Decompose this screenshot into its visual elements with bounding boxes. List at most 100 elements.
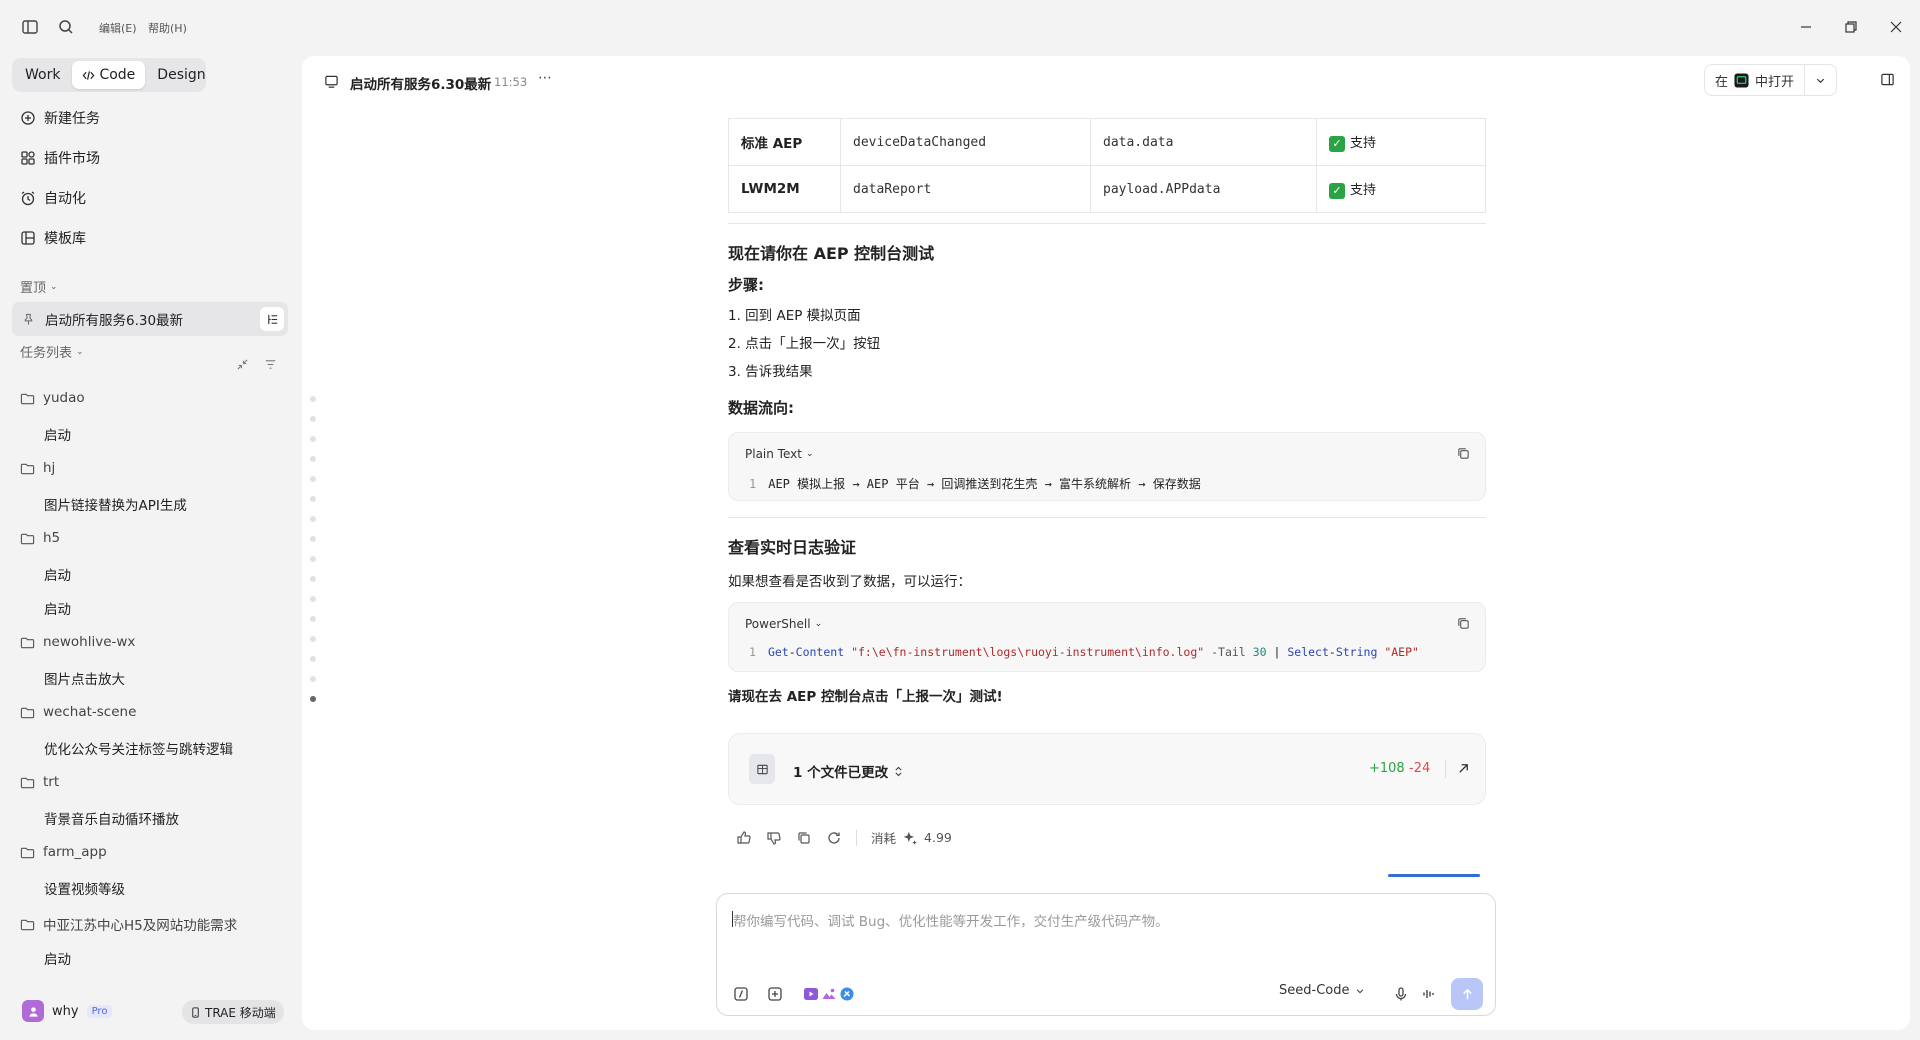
more-icon[interactable]: ⋯: [538, 70, 552, 86]
regenerate-icon[interactable]: [826, 830, 842, 846]
copy-icon[interactable]: [1457, 617, 1471, 631]
chevron-down-icon[interactable]: [1805, 75, 1836, 86]
code-language-select[interactable]: PowerShell ⌄: [745, 617, 822, 631]
task-item[interactable]: 启动: [44, 424, 71, 444]
nav-new-task[interactable]: 新建任务: [20, 108, 100, 128]
chevron-down-icon: ⌄: [814, 619, 823, 629]
copy-icon[interactable]: [1457, 447, 1471, 461]
timeline-dot[interactable]: [310, 496, 316, 502]
folder-icon: [20, 775, 35, 790]
chat-input[interactable]: 帮你编写代码、调试 Bug、优化性能等开发工作，交付生产级代码产物。: [733, 910, 1169, 930]
task-item[interactable]: 图片点击放大: [44, 668, 125, 688]
thumbs-down-icon[interactable]: [766, 830, 782, 846]
minimize-icon[interactable]: [1796, 17, 1816, 37]
task-item[interactable]: 背景音乐自动循环播放: [44, 808, 179, 828]
timeline-dot[interactable]: [310, 416, 316, 422]
mode-tab-code[interactable]: Code: [72, 61, 146, 89]
task-item[interactable]: 图片链接替换为API生成: [44, 494, 187, 514]
sidebar: Work Code Design 新建任务 插件市场 自动化 模板库 置顶 ⌄ …: [0, 54, 300, 1040]
mode-tab-design[interactable]: Design: [147, 61, 215, 89]
open-in-button[interactable]: 在 中打开: [1704, 64, 1838, 96]
lines-added: +108: [1369, 761, 1405, 776]
collapse-icon[interactable]: [236, 358, 249, 371]
mode-tab-work[interactable]: Work: [15, 61, 70, 89]
timeline-dot[interactable]: [310, 656, 316, 662]
filter-icon[interactable]: [264, 358, 277, 371]
timeline-dot[interactable]: [310, 596, 316, 602]
section-heading: 数据流向:: [728, 399, 794, 417]
table-cell: ✓ 支持: [1316, 165, 1486, 213]
folder-item[interactable]: farm_app: [20, 844, 107, 860]
thumbs-up-icon[interactable]: [736, 830, 752, 846]
mobile-app-button[interactable]: TRAE 移动端: [182, 1000, 284, 1024]
nav-templates[interactable]: 模板库: [20, 228, 86, 248]
folder-item[interactable]: newohlive-wx: [20, 634, 135, 650]
copy-icon[interactable]: [796, 830, 812, 846]
section-heading: 步骤:: [728, 276, 764, 294]
pinned-section-toggle[interactable]: 置顶 ⌄: [20, 277, 58, 296]
folder-item[interactable]: hj: [20, 460, 55, 476]
folder-item[interactable]: 中亚江苏中心H5及网站功能需求: [20, 914, 237, 934]
timeline-dot-active[interactable]: [310, 696, 316, 702]
nav-plugins[interactable]: 插件市场: [20, 148, 100, 168]
folder-label: yudao: [43, 390, 85, 406]
timeline-dot[interactable]: [310, 396, 316, 402]
folder-item[interactable]: trt: [20, 774, 59, 790]
task-item[interactable]: 优化公众号关注标签与跳转逻辑: [44, 738, 233, 758]
code-token: Content: [795, 645, 845, 659]
code-language-select[interactable]: Plain Text ⌄: [745, 447, 814, 461]
timeline-dot[interactable]: [310, 516, 316, 522]
image-icon[interactable]: [821, 986, 837, 1002]
timeline-dot[interactable]: [310, 556, 316, 562]
template-icon: [20, 230, 36, 246]
task-item[interactable]: 启动: [44, 948, 71, 968]
command-icon[interactable]: [733, 986, 749, 1002]
files-changed-card[interactable]: 1 个文件已更改 +108 -24: [728, 733, 1486, 805]
task-list-toggle[interactable]: 任务列表 ⌄: [20, 342, 84, 361]
timeline-dot[interactable]: [310, 676, 316, 682]
model-select[interactable]: Seed-Code: [1279, 983, 1365, 998]
menu-help[interactable]: 帮助(H): [148, 20, 187, 36]
task-item[interactable]: 设置视频等级: [44, 878, 125, 898]
task-item[interactable]: 启动: [44, 598, 71, 618]
video-icon[interactable]: [803, 986, 819, 1002]
sidebar-toggle-icon[interactable]: [21, 18, 39, 36]
timeline-dot[interactable]: [310, 456, 316, 462]
context-icon[interactable]: [767, 986, 783, 1002]
folder-item[interactable]: h5: [20, 530, 60, 546]
folder-icon: [20, 705, 35, 720]
user-profile[interactable]: why Pro: [22, 1000, 113, 1022]
chevron-down-icon: [1355, 986, 1365, 996]
task-outline-icon[interactable]: [260, 307, 284, 331]
nav-automation[interactable]: 自动化: [20, 188, 86, 208]
close-icon[interactable]: [1886, 17, 1906, 37]
folder-item[interactable]: yudao: [20, 390, 85, 406]
timeline-dot[interactable]: [310, 616, 316, 622]
folder-icon: [20, 845, 35, 860]
step-item: 3. 告诉我结果: [728, 364, 813, 380]
timeline-dot[interactable]: [310, 636, 316, 642]
table-cell: LWM2M: [728, 165, 841, 213]
design-tool-icon[interactable]: [839, 986, 855, 1002]
timeline-dot[interactable]: [310, 436, 316, 442]
send-button[interactable]: [1451, 978, 1483, 1010]
task-item[interactable]: 启动: [44, 564, 71, 584]
timeline-dot[interactable]: [310, 536, 316, 542]
open-external-icon[interactable]: [1456, 761, 1472, 777]
microphone-icon[interactable]: [1393, 986, 1409, 1002]
timeline-dot[interactable]: [310, 576, 316, 582]
folder-item[interactable]: wechat-scene: [20, 704, 136, 720]
nav-new-task-label: 新建任务: [44, 111, 100, 127]
menu-edit[interactable]: 编辑(E): [99, 20, 137, 36]
pinned-task-item[interactable]: 启动所有服务6.30最新: [12, 302, 288, 336]
code-brackets-icon: [82, 69, 95, 82]
search-icon[interactable]: [57, 18, 75, 36]
pro-badge: Pro: [86, 1004, 113, 1018]
timeline-dot[interactable]: [310, 476, 316, 482]
files-changed-toggle[interactable]: 1 个文件已更改: [793, 761, 903, 781]
right-panel-toggle-icon[interactable]: [1880, 72, 1895, 87]
restore-icon[interactable]: [1841, 17, 1861, 37]
chat-title[interactable]: 启动所有服务6.30最新: [350, 73, 491, 93]
folder-icon: [20, 917, 35, 932]
voice-wave-icon[interactable]: [1421, 986, 1437, 1002]
